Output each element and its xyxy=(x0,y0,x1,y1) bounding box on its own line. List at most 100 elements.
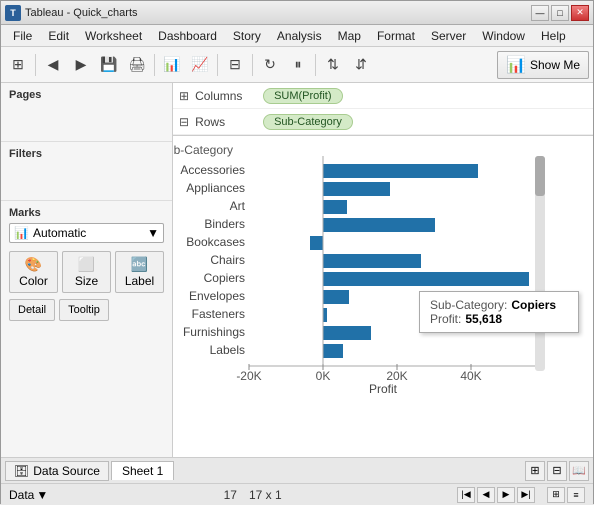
svg-text:0K: 0K xyxy=(316,369,331,383)
status-nav: |◀ ◀ ▶ ▶| ⊞ ≡ xyxy=(457,487,585,503)
filters-content xyxy=(9,164,164,194)
toolbar-sep-3 xyxy=(217,54,218,76)
svg-text:-20K: -20K xyxy=(236,369,261,383)
sheet-tab-label: Sheet 1 xyxy=(122,464,163,478)
minimize-button[interactable]: — xyxy=(531,5,549,21)
maximize-button[interactable]: □ xyxy=(551,5,569,21)
menu-dashboard[interactable]: Dashboard xyxy=(150,27,225,45)
marks-buttons: 🎨 Color ⬜ Size 🔤 Label xyxy=(9,251,164,293)
nav-next-button[interactable]: ▶ xyxy=(497,487,515,503)
marks-type-value: Automatic xyxy=(33,226,86,240)
menu-map[interactable]: Map xyxy=(330,27,369,45)
menu-worksheet[interactable]: Worksheet xyxy=(77,27,150,45)
pages-content xyxy=(9,105,164,135)
color-icon: 🎨 xyxy=(25,256,42,273)
toolbar-refresh-btn[interactable]: ↻ xyxy=(257,52,283,78)
title-bar: T Tableau - Quick_charts — □ ✕ xyxy=(1,1,593,25)
app-icon-letter: T xyxy=(10,8,16,18)
toolbar-sep-4 xyxy=(252,54,253,76)
show-me-icon: 📊 xyxy=(506,55,526,75)
toolbar-grid-btn[interactable]: ⊞ xyxy=(5,52,31,78)
close-button[interactable]: ✕ xyxy=(571,5,589,21)
color-button[interactable]: 🎨 Color xyxy=(9,251,58,293)
toolbar-sep-1 xyxy=(35,54,36,76)
svg-text:Binders: Binders xyxy=(204,217,245,231)
datasource-tab-icon: 🗄 xyxy=(14,464,29,478)
tooltip-profit-value: 55,618 xyxy=(465,312,502,326)
toolbar-sort-asc-btn[interactable]: ⇅ xyxy=(320,52,346,78)
rows-shelf: ⊟ Rows Sub-Category xyxy=(173,109,593,135)
datasource-dropdown-arrow: ▼ xyxy=(36,488,48,502)
show-me-button[interactable]: 📊 Show Me xyxy=(497,51,589,79)
label-icon: 🔤 xyxy=(131,256,148,273)
new-worksheet-button[interactable]: ⊞ xyxy=(525,461,545,481)
columns-shelf: ⊞ Columns SUM(Profit) xyxy=(173,83,593,109)
status-numbers: 17 17 x 1 xyxy=(224,488,282,502)
rows-grid-icon: ⊟ xyxy=(179,115,189,129)
menu-window[interactable]: Window xyxy=(474,27,533,45)
toolbar-sep-2 xyxy=(154,54,155,76)
view-toggle-1[interactable]: ⊞ xyxy=(547,487,565,503)
marks-bar-icon: 📊 xyxy=(14,226,29,240)
toolbar-pause-btn[interactable]: ⏸ xyxy=(285,52,311,78)
right-area: ⊞ Columns SUM(Profit) ⊟ Rows Sub-Categor… xyxy=(173,83,593,457)
left-panel: Pages Filters Marks 📊 Automatic ▼ 🎨 Colo… xyxy=(1,83,173,457)
menu-edit[interactable]: Edit xyxy=(40,27,77,45)
label-label: Label xyxy=(125,274,154,288)
shelves: ⊞ Columns SUM(Profit) ⊟ Rows Sub-Categor… xyxy=(173,83,593,136)
toolbar-forward-btn[interactable]: ▶ xyxy=(68,52,94,78)
svg-text:Copiers: Copiers xyxy=(204,271,245,285)
tooltip-profit-key: Profit: xyxy=(430,312,461,326)
columns-label: Columns xyxy=(195,89,255,103)
new-dashboard-button[interactable]: ⊟ xyxy=(547,461,567,481)
chart-area: Sub-Category Accessories Appliances Art … xyxy=(173,136,593,457)
dimensions-info: 17 x 1 xyxy=(249,488,282,502)
menu-file[interactable]: File xyxy=(5,27,40,45)
tooltip-button[interactable]: Tooltip xyxy=(59,299,109,321)
menu-analysis[interactable]: Analysis xyxy=(269,27,330,45)
app-icon: T xyxy=(5,5,21,21)
show-me-label: Show Me xyxy=(530,58,580,72)
toolbar: ⊞ ◀ ▶ 💾 🖨 📊 📈 ⊟ ↻ ⏸ ⇅ ⇵ 📊 Show Me xyxy=(1,47,593,83)
size-icon: ⬜ xyxy=(78,256,95,273)
toolbar-back-btn[interactable]: ◀ xyxy=(40,52,66,78)
size-button[interactable]: ⬜ Size xyxy=(62,251,111,293)
toolbar-sep-5 xyxy=(315,54,316,76)
datasource-status-label: Data xyxy=(9,488,34,502)
datasource-tab-label: Data Source xyxy=(33,464,100,478)
menu-format[interactable]: Format xyxy=(369,27,423,45)
sheet-tab[interactable]: Sheet 1 xyxy=(111,461,174,480)
size-label: Size xyxy=(75,274,98,288)
columns-pill[interactable]: SUM(Profit) xyxy=(263,88,342,104)
toolbar-line-chart-btn[interactable]: 📈 xyxy=(187,52,213,78)
svg-text:Envelopes: Envelopes xyxy=(189,289,245,303)
label-button[interactable]: 🔤 Label xyxy=(115,251,164,293)
menu-story[interactable]: Story xyxy=(225,27,269,45)
rows-pill[interactable]: Sub-Category xyxy=(263,114,353,130)
row-count: 17 xyxy=(224,488,237,502)
nav-last-button[interactable]: ▶| xyxy=(517,487,535,503)
toolbar-save-btn[interactable]: 💾 xyxy=(96,52,122,78)
nav-prev-button[interactable]: ◀ xyxy=(477,487,495,503)
color-label: Color xyxy=(19,274,48,288)
svg-text:Sub-Category: Sub-Category xyxy=(173,143,233,157)
svg-text:Chairs: Chairs xyxy=(210,253,245,267)
tooltip-box: Sub-Category: Copiers Profit: 55,618 xyxy=(419,291,579,333)
toolbar-bar-chart-btn[interactable]: 📊 xyxy=(159,52,185,78)
nav-first-button[interactable]: |◀ xyxy=(457,487,475,503)
title-bar-left: T Tableau - Quick_charts xyxy=(5,5,138,21)
marks-type-dropdown[interactable]: 📊 Automatic ▼ xyxy=(9,223,164,243)
menu-server[interactable]: Server xyxy=(423,27,474,45)
datasource-tab[interactable]: 🗄 Data Source xyxy=(5,461,109,481)
datasource-dropdown[interactable]: Data ▼ xyxy=(9,488,48,502)
marks-row-2: Detail Tooltip xyxy=(9,299,164,321)
menu-help[interactable]: Help xyxy=(533,27,574,45)
detail-button[interactable]: Detail xyxy=(9,299,55,321)
toolbar-filter-btn[interactable]: ⊟ xyxy=(222,52,248,78)
toolbar-sort-desc-btn[interactable]: ⇵ xyxy=(348,52,374,78)
status-left: Data ▼ xyxy=(9,488,48,502)
toolbar-print-btn[interactable]: 🖨 xyxy=(124,52,150,78)
view-toggle-2[interactable]: ≡ xyxy=(567,487,585,503)
window-controls[interactable]: — □ ✕ xyxy=(531,5,589,21)
new-story-button[interactable]: 📖 xyxy=(569,461,589,481)
